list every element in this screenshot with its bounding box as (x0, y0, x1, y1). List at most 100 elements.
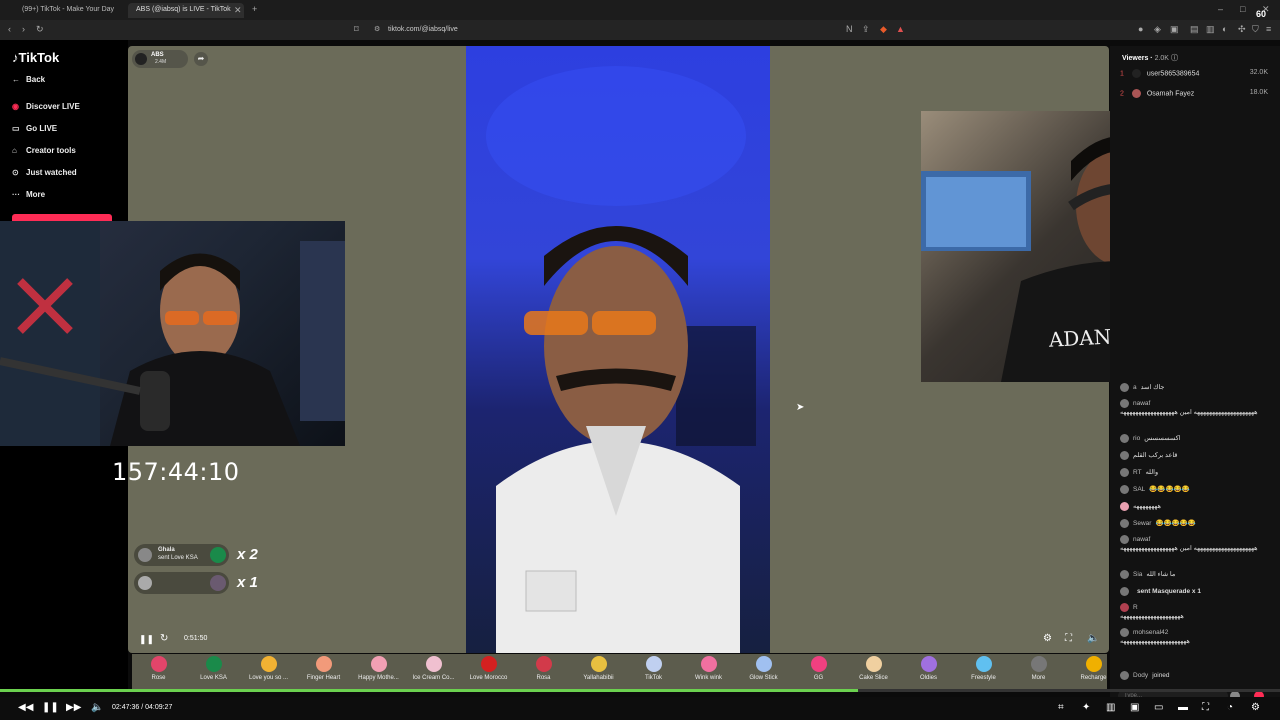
browser-tab-active[interactable]: ABS (@iabsq) is LIVE - TikTok (128, 3, 244, 18)
chat-join-message: Dody joined (1120, 671, 1270, 680)
share-arrow-icon[interactable]: ➦ (194, 52, 208, 66)
sidebar-item-creator-tools[interactable]: ⌂ Creator tools (12, 146, 76, 155)
viewer-name: user5865389654 (1146, 70, 1200, 78)
shield-icon[interactable]: ⛉ (1252, 25, 1259, 34)
chat-message: قاعد بركب القلم (1120, 451, 1270, 460)
pause-icon[interactable]: ❚❚ (139, 634, 154, 645)
viewer-rank: 1 (1120, 70, 1124, 78)
browser-tab[interactable]: (99+) TikTok - Make Your Day (14, 3, 126, 18)
speed-icon[interactable]: ◔ (1227, 702, 1233, 713)
sidebar-toggle-icon[interactable]: ▤ (1190, 25, 1199, 34)
masquerade-gift-icon (210, 575, 226, 591)
sparkle-icon[interactable]: ✦ (1082, 702, 1090, 713)
gift-icon (810, 656, 827, 672)
gift-item[interactable]: TikTok (626, 656, 681, 681)
extension-icon[interactable]: ◐ (1222, 25, 1227, 34)
viewer-row[interactable]: 1 user5865389654 32.0K (1120, 69, 1268, 78)
reload-icon[interactable]: ↻ (36, 25, 44, 34)
host-chip[interactable]: ABS 2.4M (132, 50, 188, 68)
sidebar-item-label: Back (26, 75, 46, 84)
gift-item[interactable]: Love you so ... (241, 656, 296, 681)
url-field[interactable]: ⚙ tiktok.com/@iabsq/live (370, 22, 910, 38)
gift-sender: Ghala (158, 547, 175, 553)
gift-item[interactable]: Rose (131, 656, 186, 681)
extension-icon[interactable]: ◈ (1154, 25, 1161, 34)
extension-icon[interactable]: ▥ (1206, 25, 1215, 34)
sidebar-item-label: More (26, 190, 46, 199)
sidebar-item-just-watched[interactable]: ⊙ Just watched (12, 168, 77, 177)
gift-icon (205, 656, 222, 672)
logo-text: TikTok (18, 50, 60, 65)
gift-item[interactable]: Oldies (901, 656, 956, 681)
skip-forward-icon[interactable]: ▶▶ (66, 702, 81, 713)
chapters-icon[interactable]: ▥ (1106, 702, 1115, 713)
chat-message: a جاك اسد (1120, 383, 1270, 392)
gift-label: Wink wink (694, 675, 722, 681)
settings-gear-icon[interactable]: ⚙ (1251, 702, 1260, 713)
sidebar-item-more[interactable]: ··· More (12, 190, 45, 199)
forward-arrow-icon[interactable]: › (22, 25, 25, 34)
gift-item[interactable]: Glow Stick (736, 656, 791, 681)
gift-item[interactable]: Ice Cream Co... (406, 656, 461, 681)
chat-avatar (1120, 671, 1129, 680)
gift-item[interactable]: Finger Heart (296, 656, 351, 681)
chat-name: nawaf (1133, 536, 1151, 544)
gift-label: Finger Heart (306, 675, 341, 681)
extension-icon[interactable]: ▣ (1170, 25, 1179, 34)
gift-item[interactable]: Love Morocco (461, 656, 516, 681)
gift-label: TikTok (644, 675, 663, 681)
skip-back-icon[interactable]: ◀◀ (18, 702, 33, 713)
new-tab-icon[interactable]: + (252, 5, 257, 14)
gift-item[interactable]: GG (791, 656, 846, 681)
gift-item[interactable]: More (1011, 656, 1066, 681)
chat-text: ما شاء الله (1146, 571, 1176, 579)
chat-avatar (1120, 451, 1129, 460)
theater-icon[interactable]: ▬ (1178, 702, 1188, 713)
chat-name: SAL (1133, 486, 1146, 494)
refresh-icon[interactable]: ↻ (160, 633, 168, 644)
bookmark-icon[interactable]: ⌑ (354, 25, 359, 34)
maximize-icon[interactable]: □ (1240, 5, 1245, 14)
gift-item[interactable]: Freestyle (956, 656, 1011, 681)
settings-gear-icon[interactable]: ⚙ (1043, 633, 1052, 644)
chat-avatar (1120, 485, 1129, 494)
viewers-header: Viewers · 2.0K ⓘ (1122, 55, 1178, 62)
fullscreen-icon[interactable]: ⛶ (1202, 702, 1209, 713)
back-arrow-icon[interactable]: ‹ (8, 25, 11, 34)
pause-icon[interactable]: ❚❚ (42, 702, 59, 713)
live-video[interactable] (466, 46, 770, 653)
fullscreen-icon[interactable]: ⛶ (1065, 633, 1072, 644)
site-info-icon[interactable]: ⚙ (374, 26, 380, 33)
crop-icon[interactable]: ⌗ (1058, 702, 1064, 713)
gift-item[interactable]: Love KSA (186, 656, 241, 681)
chat-text: 😂😂😂😂😂 (1155, 520, 1196, 528)
tiktok-logo[interactable]: ♪TikTok (12, 50, 59, 65)
sidebar-item-discover-live[interactable]: ◉ Discover LIVE (12, 102, 80, 111)
gift-label: Recharge (1080, 675, 1107, 681)
extensions-puzzle-icon[interactable]: ✣ (1238, 25, 1246, 34)
gift-item[interactable]: Cake Slice (846, 656, 901, 681)
volume-icon[interactable]: 🔈 (1087, 633, 1099, 644)
chat-avatar (1120, 628, 1129, 637)
gift-item[interactable]: Yallahabibii (571, 656, 626, 681)
chat-message: mohsenal42 ههههههههههههههههههههههه (1120, 628, 1270, 666)
tab-label: ABS (@iabsq) is LIVE - TikTok (136, 6, 231, 13)
host-likes: 2.4M (155, 59, 167, 65)
minimize-icon[interactable]: – (1218, 5, 1223, 14)
miniplayer-icon[interactable]: ▭ (1154, 702, 1163, 713)
live-icon: ◉ (12, 102, 19, 111)
tab-close-icon[interactable]: ✕ (234, 6, 242, 15)
sidebar-item-back[interactable]: ← Back (12, 75, 45, 84)
browser-tab-bar: (99+) TikTok - Make Your Day ABS (@iabsq… (0, 0, 1280, 20)
info-icon[interactable]: ⓘ (1171, 55, 1178, 62)
gift-item[interactable]: Happy Mothe... (351, 656, 406, 681)
extension-icon[interactable]: ● (1138, 25, 1143, 34)
sidebar-item-go-live[interactable]: ▭ Go LIVE (12, 124, 57, 133)
gift-item[interactable]: Rosa (516, 656, 571, 681)
volume-icon[interactable]: 🔈 (91, 702, 103, 713)
captions-icon[interactable]: ▣ (1130, 702, 1139, 713)
menu-icon[interactable]: ≡ (1266, 25, 1271, 34)
gift-item[interactable]: Recharge (1066, 656, 1121, 681)
viewer-row[interactable]: 2 Osamah Fayez 18.0K (1120, 89, 1268, 98)
gift-item[interactable]: Wink wink (681, 656, 736, 681)
